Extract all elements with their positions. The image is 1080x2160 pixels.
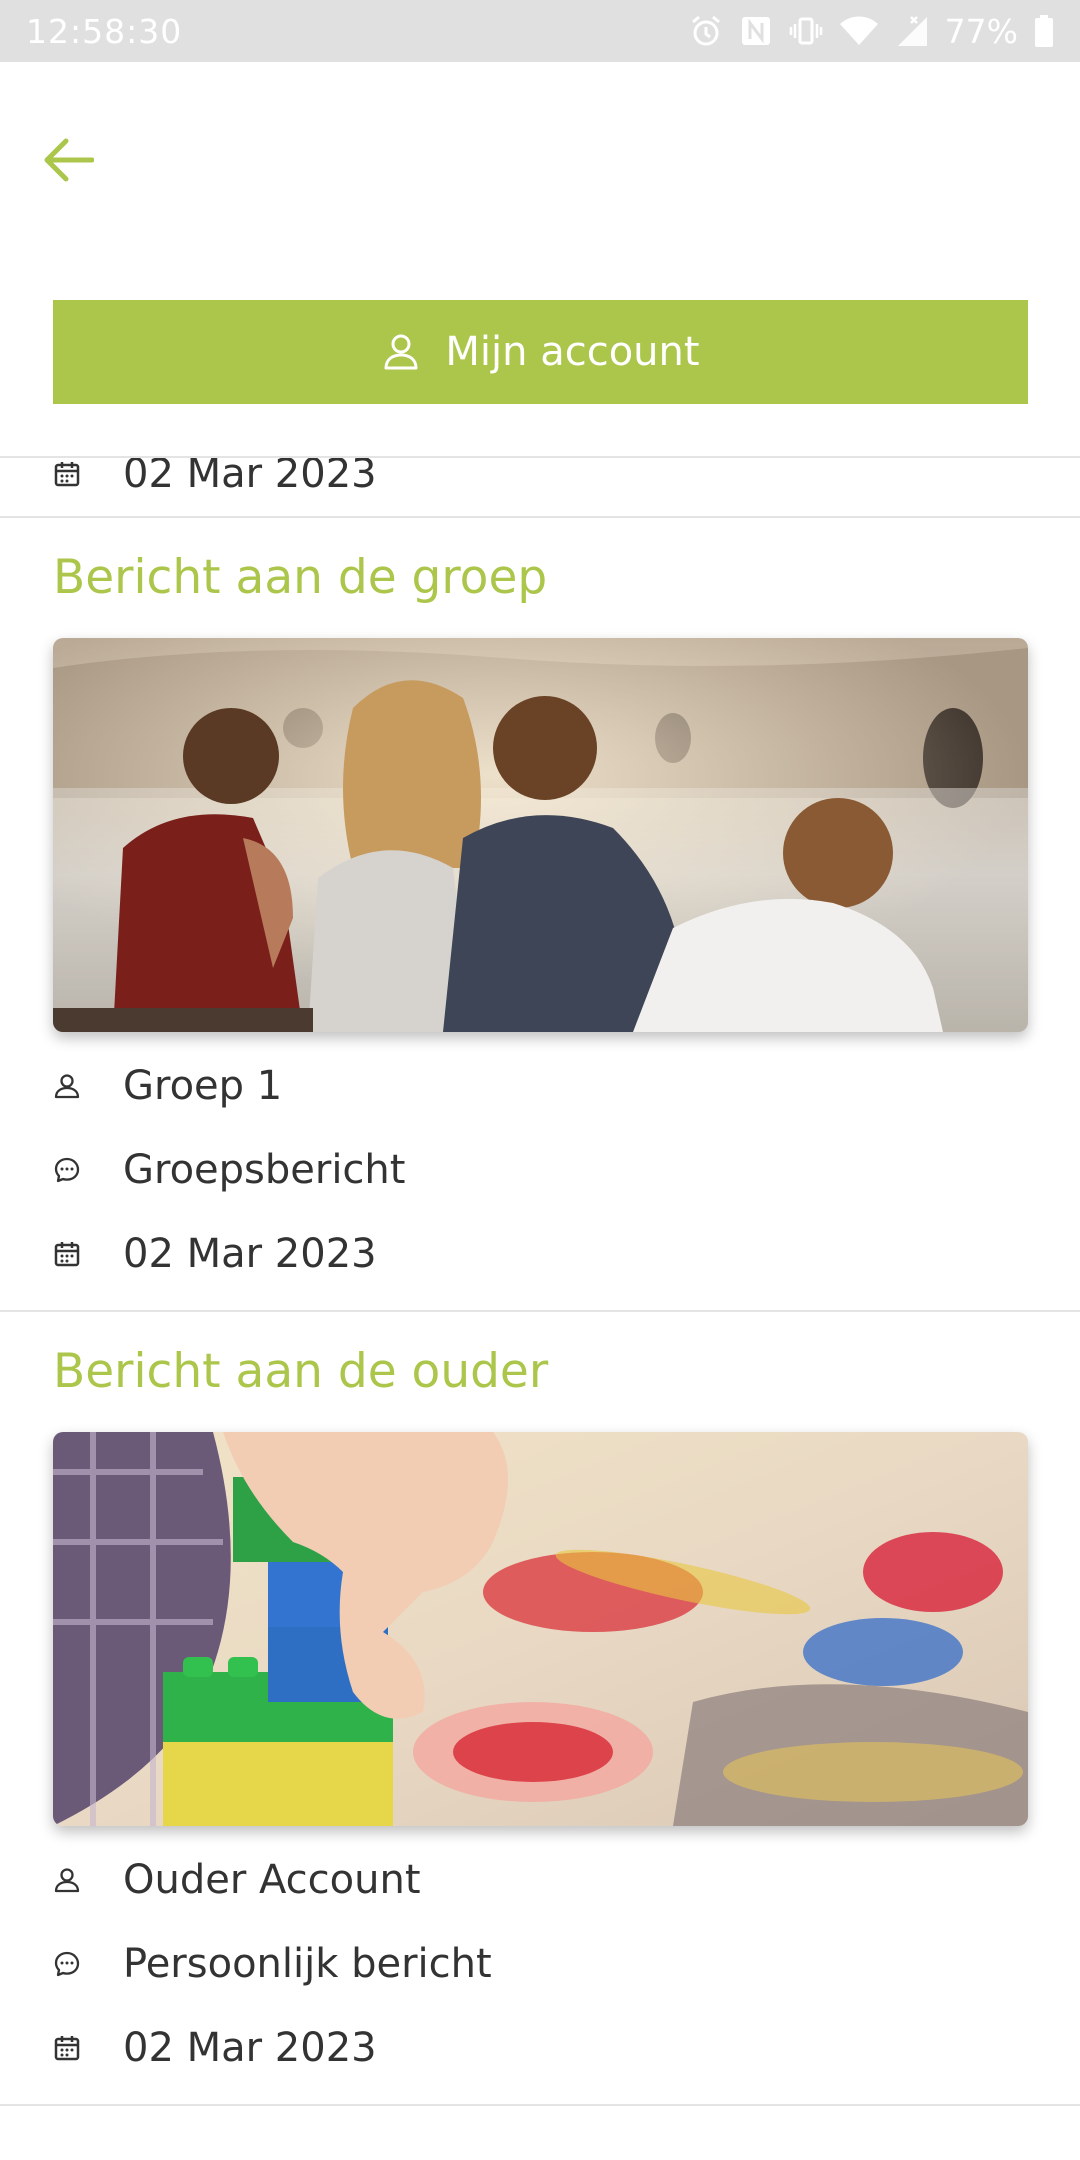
date-row: 02 Mar 2023	[53, 1224, 377, 1284]
calendar-icon	[53, 460, 81, 488]
children-at-water-photo[interactable]	[53, 638, 1028, 1032]
user-icon	[53, 1072, 81, 1100]
recipient-row: Groep 1	[53, 1056, 282, 1116]
battery-percentage: 77%	[944, 11, 1018, 51]
item-divider	[0, 516, 1080, 518]
status-icons: 77%	[689, 12, 1054, 51]
item-divider	[0, 2104, 1080, 2106]
my-account-label: Mijn account	[445, 329, 700, 375]
message-list[interactable]: 02 Mar 2023 Bericht aan de groep Groep 1…	[0, 458, 1080, 2160]
user-icon	[53, 1866, 81, 1894]
message-type: Persoonlijk bericht	[123, 1941, 492, 1987]
arrow-left-icon	[44, 138, 94, 182]
wifi-icon	[839, 14, 879, 48]
message-title[interactable]: Bericht aan de ouder	[53, 1344, 548, 1399]
message-type-row: Persoonlijk bericht	[53, 1934, 492, 1994]
chat-bubble-icon	[53, 1950, 81, 1978]
status-time: 12:58:30	[26, 11, 183, 51]
building-blocks-photo[interactable]	[53, 1432, 1028, 1826]
message-date: 02 Mar 2023	[123, 2025, 377, 2071]
message-title[interactable]: Bericht aan de groep	[53, 550, 547, 605]
user-icon	[384, 334, 418, 370]
partial-date: 02 Mar 2023	[123, 458, 377, 497]
alarm-icon	[689, 14, 723, 48]
date-row: 02 Mar 2023	[53, 2018, 377, 2078]
message-type: Groepsbericht	[123, 1147, 406, 1193]
vibrate-icon	[789, 14, 823, 48]
message-type-row: Groepsbericht	[53, 1140, 405, 1200]
signal-icon	[895, 14, 929, 48]
partial-date-row: 02 Mar 2023	[53, 458, 377, 504]
status-bar: 12:58:30 77%	[0, 0, 1080, 62]
chat-bubble-icon	[53, 1156, 81, 1184]
my-account-button[interactable]: Mijn account	[53, 300, 1028, 404]
battery-icon	[1034, 14, 1054, 48]
message-date: 02 Mar 2023	[123, 1231, 377, 1277]
recipient: Groep 1	[123, 1063, 283, 1109]
nfc-icon	[739, 14, 773, 48]
calendar-icon	[53, 1240, 81, 1268]
recipient-row: Ouder Account	[53, 1850, 421, 1910]
item-divider	[0, 1310, 1080, 1312]
calendar-icon	[53, 2034, 81, 2062]
recipient: Ouder Account	[123, 1857, 421, 1903]
back-button[interactable]	[36, 128, 100, 192]
